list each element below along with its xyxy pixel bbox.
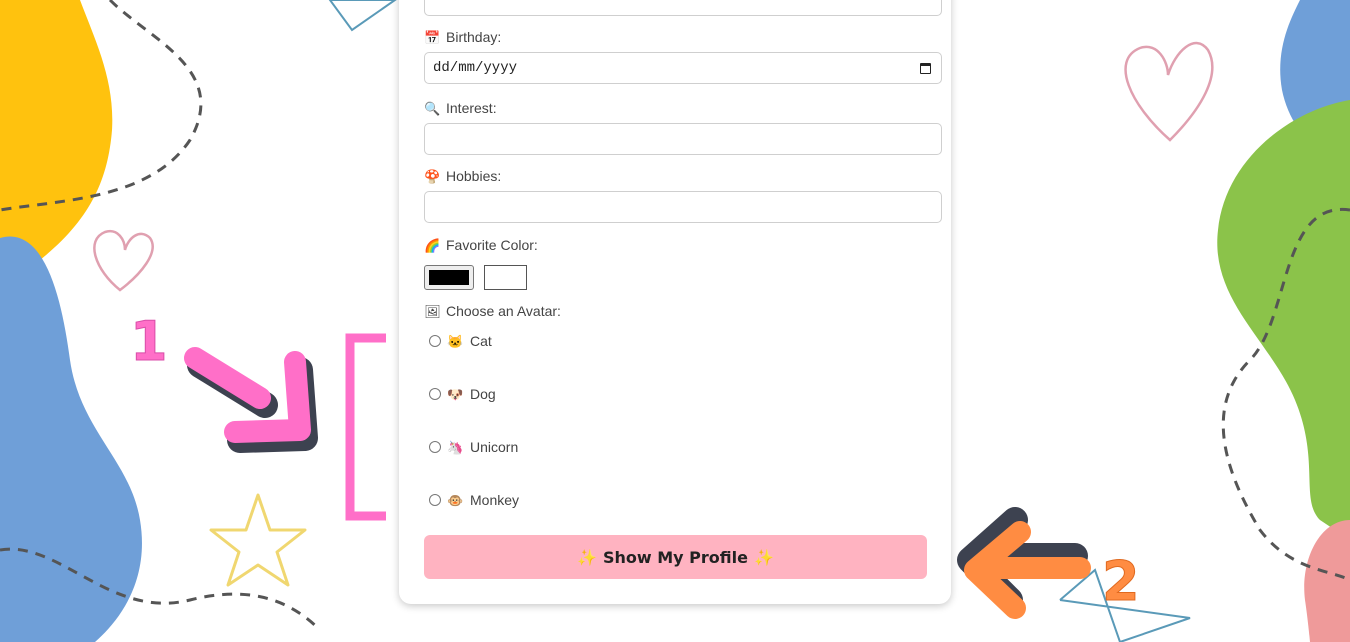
paper-plane-bottom: [1059, 568, 1191, 642]
hobbies-label-text: Hobbies:: [446, 168, 502, 184]
unicorn-icon: 🦄: [447, 439, 464, 455]
calendar-picker-icon[interactable]: [920, 63, 931, 74]
avatar-option-label: Dog: [470, 386, 496, 402]
magnifier-icon: 🔍: [424, 100, 441, 116]
interest-label: 🔍 Interest:: [424, 100, 497, 116]
profile-form-card: [399, 0, 951, 604]
date-placeholder: dd/mm/yyyy: [433, 60, 518, 76]
avatar-option-monkey[interactable]: 🐵 Monkey: [429, 492, 519, 508]
pink-blob: [1304, 520, 1350, 642]
show-profile-button-label: Show My Profile: [603, 547, 748, 567]
avatar-option-label: Cat: [470, 333, 492, 349]
sparkles-icon-left: ✨: [577, 547, 597, 567]
color-picker-secondary[interactable]: [484, 265, 527, 290]
birthday-label-text: Birthday:: [446, 29, 502, 45]
yellow-blob: [0, 0, 113, 262]
avatar-option-label: Unicorn: [470, 439, 519, 455]
calendar-icon: 📅: [424, 29, 441, 45]
avatar-option-label: Monkey: [470, 492, 520, 508]
birthday-date-input[interactable]: dd/mm/yyyy: [424, 52, 942, 84]
heart-left: [93, 229, 154, 292]
avatar-label-text: Choose an Avatar:: [446, 303, 561, 319]
favorite-color-label-text: Favorite Color:: [446, 237, 538, 253]
avatar-option-dog[interactable]: 🐶 Dog: [429, 386, 496, 402]
birthday-label: 📅 Birthday:: [424, 29, 502, 45]
blue-blob-left: [0, 236, 142, 642]
monkey-icon: 🐵: [447, 492, 464, 508]
favorite-color-label: 🌈 Favorite Color:: [424, 237, 538, 253]
color-picker[interactable]: [424, 265, 474, 290]
rainbow-icon: 🌈: [424, 237, 441, 253]
mushroom-icon: 🍄: [424, 168, 441, 184]
avatar-option-cat[interactable]: 🐱 Cat: [429, 333, 492, 349]
interest-input[interactable]: [424, 123, 942, 155]
heart-right: [1124, 41, 1214, 142]
avatar-label: 🖼 Choose an Avatar:: [424, 303, 561, 319]
picture-icon: 🖼: [424, 303, 441, 319]
selected-color-swatch: [429, 270, 469, 285]
avatar-option-unicorn[interactable]: 🦄 Unicorn: [429, 439, 518, 455]
avatar-radio-monkey[interactable]: [429, 494, 441, 506]
avatar-radio-dog[interactable]: [429, 388, 441, 400]
interest-label-text: Interest:: [446, 100, 497, 116]
cat-icon: 🐱: [447, 333, 464, 349]
sparkles-icon-right: ✨: [753, 547, 774, 567]
show-profile-button[interactable]: ✨ Show My Profile ✨: [424, 535, 927, 579]
previous-text-field[interactable]: [424, 0, 942, 16]
dog-icon: 🐶: [447, 386, 464, 402]
avatar-radio-cat[interactable]: [429, 335, 441, 347]
hobbies-label: 🍄 Hobbies:: [424, 168, 502, 184]
paper-plane-top: [328, 0, 397, 32]
hobbies-input[interactable]: [424, 191, 942, 223]
avatar-radio-unicorn[interactable]: [429, 441, 441, 453]
star-outline: [209, 493, 307, 587]
green-blob: [1217, 100, 1350, 540]
